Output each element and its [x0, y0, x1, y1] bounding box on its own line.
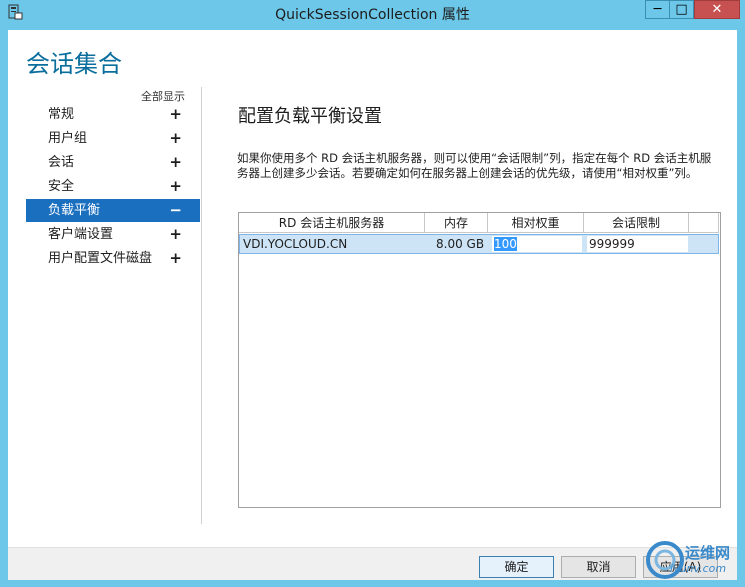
sidebar-item-label: 负载平衡	[48, 203, 101, 218]
dialog-client: 会话集合 全部显示 常规 + 用户组 + 会话 + 安全 + 负载平衡 − 客户…	[8, 30, 737, 580]
show-all-link[interactable]: 全部显示	[141, 88, 185, 104]
collapse-icon: −	[169, 201, 182, 219]
maximize-button[interactable]: □	[669, 0, 694, 19]
sidebar-item-session[interactable]: 会话 +	[26, 151, 200, 174]
column-header-weight[interactable]: 相对权重	[488, 213, 584, 233]
load-balancing-table: RD 会话主机服务器 内存 相对权重 会话限制 VDI.YOCLOUD.CN 8…	[238, 212, 721, 508]
watermark-text: 运维网	[685, 544, 731, 562]
sidebar-item-load-balancing[interactable]: 负载平衡 −	[26, 199, 200, 222]
properties-window: QuickSessionCollection 属性 ─ □ ✕ 会话集合 全部显…	[0, 0, 745, 587]
maximize-icon: □	[675, 2, 688, 17]
table-row[interactable]: VDI.YOCLOUD.CN 8.00 GB 100 999999	[239, 234, 719, 254]
dialog-footer: 确定 取消 应用(A)	[8, 547, 737, 580]
weight-input[interactable]: 100	[492, 236, 582, 252]
page-title: 会话集合	[26, 50, 122, 78]
expand-icon: +	[169, 225, 182, 243]
cancel-button[interactable]: 取消	[561, 556, 636, 578]
expand-icon: +	[169, 129, 182, 147]
sidebar-item-user-profile-disks[interactable]: 用户配置文件磁盘 +	[26, 247, 200, 270]
server-cell: VDI.YOCLOUD.CN	[243, 237, 348, 251]
column-header-memory[interactable]: 内存	[425, 213, 488, 233]
column-header-server[interactable]: RD 会话主机服务器	[239, 213, 425, 233]
minimize-icon: ─	[653, 2, 662, 17]
sidebar: 全部显示 常规 + 用户组 + 会话 + 安全 + 负载平衡 − 客户端设置 +…	[26, 86, 200, 526]
sidebar-item-label: 常规	[48, 107, 75, 122]
limit-input[interactable]: 999999	[587, 236, 688, 252]
ok-button[interactable]: 确定	[479, 556, 554, 578]
watermark-url: iyunv.com	[670, 562, 727, 575]
section-description: 如果你使用多个 RD 会话主机服务器，则可以使用“会话限制”列，指定在每个 RD…	[237, 151, 712, 180]
close-button[interactable]: ✕	[694, 0, 740, 19]
section-title: 配置负载平衡设置	[238, 106, 382, 127]
memory-cell: 8.00 GB	[436, 237, 485, 251]
sidebar-item-general[interactable]: 常规 +	[26, 103, 200, 126]
sidebar-item-label: 安全	[48, 179, 75, 194]
weight-value: 100	[494, 237, 517, 251]
sidebar-item-client-settings[interactable]: 客户端设置 +	[26, 223, 200, 246]
sidebar-item-user-groups[interactable]: 用户组 +	[26, 127, 200, 150]
expand-icon: +	[169, 249, 182, 267]
watermark: 运维网 iyunv.com	[640, 538, 740, 582]
title-bar[interactable]: QuickSessionCollection 属性 ─ □ ✕	[0, 0, 745, 26]
watermark-logo-icon	[646, 541, 684, 579]
limit-value: 999999	[589, 237, 635, 251]
sidebar-item-label: 用户配置文件磁盘	[48, 251, 153, 266]
expand-icon: +	[169, 177, 182, 195]
close-icon: ✕	[711, 2, 723, 17]
expand-icon: +	[169, 105, 182, 123]
sidebar-item-security[interactable]: 安全 +	[26, 175, 200, 198]
minimize-button[interactable]: ─	[645, 0, 670, 19]
expand-icon: +	[169, 153, 182, 171]
sidebar-item-label: 会话	[48, 155, 75, 170]
sidebar-divider	[201, 87, 202, 524]
sidebar-item-label: 用户组	[48, 131, 88, 146]
sidebar-item-label: 客户端设置	[48, 227, 114, 242]
column-header-limit[interactable]: 会话限制	[584, 213, 689, 233]
column-header-spacer	[689, 213, 719, 233]
window-title: QuickSessionCollection 属性	[275, 7, 470, 23]
